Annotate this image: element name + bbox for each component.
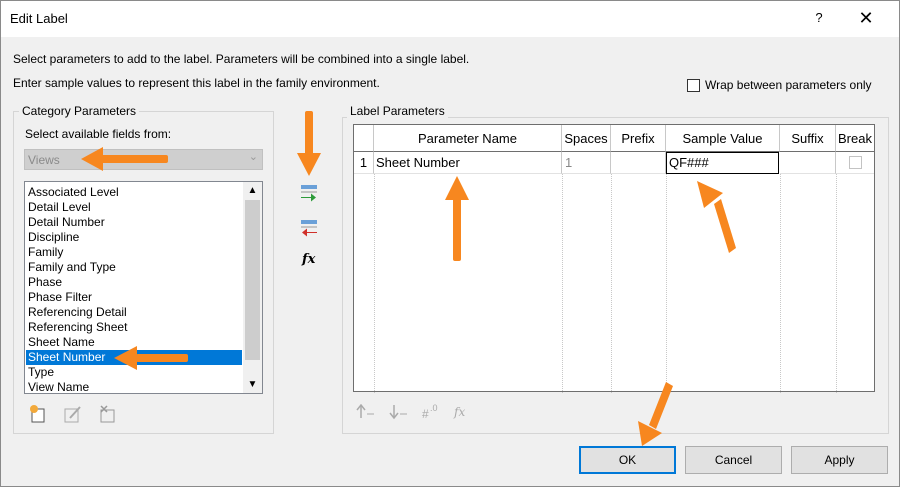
row-header-corner bbox=[354, 125, 374, 152]
list-item[interactable]: Discipline bbox=[26, 230, 242, 245]
column-divider bbox=[836, 174, 837, 393]
list-item[interactable]: Detail Level bbox=[26, 200, 242, 215]
wrap-between-parameters-label: Wrap between parameters only bbox=[705, 78, 872, 92]
list-item[interactable]: Sheet Name bbox=[26, 335, 242, 350]
select-fields-label: Select available fields from: bbox=[25, 127, 172, 141]
list-item[interactable]: Referencing Detail bbox=[26, 305, 242, 320]
help-button[interactable]: ? bbox=[804, 3, 834, 33]
wrap-between-parameters-checkbox[interactable] bbox=[687, 78, 700, 92]
fx-formula-icon: fx bbox=[454, 405, 466, 419]
column-header-prefix[interactable]: Prefix bbox=[611, 125, 666, 152]
column-header-break[interactable]: Break bbox=[836, 125, 874, 152]
list-item[interactable]: View Name bbox=[26, 380, 242, 393]
spaces-cell[interactable]: 1 bbox=[562, 152, 611, 174]
instruction-line-1: Select parameters to add to the label. P… bbox=[13, 52, 470, 66]
scrollbar-thumb[interactable] bbox=[245, 200, 260, 360]
edit-parameter-icon bbox=[64, 406, 81, 423]
delete-parameter-icon bbox=[100, 405, 115, 423]
list-scrollbar[interactable]: ▲ ▼ bbox=[243, 182, 262, 393]
column-header-parameter-name[interactable]: Parameter Name bbox=[374, 125, 562, 152]
cancel-button[interactable]: Cancel bbox=[685, 446, 782, 474]
apply-button[interactable]: Apply bbox=[791, 446, 888, 474]
list-item[interactable]: Type bbox=[26, 365, 242, 380]
label-parameters-label: Label Parameters bbox=[347, 104, 448, 118]
list-item[interactable]: Phase Filter bbox=[26, 290, 242, 305]
list-item[interactable]: Associated Level bbox=[26, 185, 242, 200]
ok-button[interactable]: OK bbox=[579, 446, 676, 474]
prefix-cell[interactable] bbox=[611, 152, 666, 174]
move-up-icon bbox=[356, 404, 374, 418]
instruction-line-2: Enter sample values to represent this la… bbox=[13, 76, 380, 90]
remove-parameter-icon[interactable] bbox=[298, 218, 320, 238]
column-divider bbox=[562, 174, 563, 393]
label-parameters-grid[interactable]: Parameter Name Spaces Prefix Sample Valu… bbox=[353, 124, 875, 393]
list-item[interactable]: Referencing Sheet bbox=[26, 320, 242, 335]
column-header-sample-value[interactable]: Sample Value bbox=[666, 125, 780, 152]
category-combo[interactable]: Views ⌄ bbox=[24, 149, 263, 170]
list-item[interactable]: Family and Type bbox=[26, 260, 242, 275]
break-checkbox[interactable] bbox=[849, 156, 862, 169]
svg-text:.0: .0 bbox=[430, 403, 438, 413]
svg-text:#: # bbox=[422, 407, 429, 420]
fx-icon[interactable]: fx bbox=[302, 252, 315, 267]
list-item-selected[interactable]: Sheet Number bbox=[26, 350, 242, 365]
list-item[interactable]: Phase bbox=[26, 275, 242, 290]
suffix-cell[interactable] bbox=[780, 152, 836, 174]
available-fields-list[interactable]: Associated Level Detail Level Detail Num… bbox=[24, 181, 263, 394]
title-bar: Edit Label ? ✕ bbox=[1, 1, 899, 37]
column-divider bbox=[780, 174, 781, 393]
parameter-name-cell[interactable]: Sheet Number bbox=[374, 152, 562, 174]
wrap-between-parameters-option[interactable]: Wrap between parameters only bbox=[687, 77, 872, 93]
list-item[interactable]: Family bbox=[26, 245, 242, 260]
column-header-spaces[interactable]: Spaces bbox=[562, 125, 611, 152]
column-divider bbox=[611, 174, 612, 393]
edit-number-format-icon: # .0 bbox=[422, 403, 438, 420]
annotation-arrow-down bbox=[297, 111, 321, 176]
sample-value-input[interactable]: QF### bbox=[666, 152, 779, 174]
dialog-title: Edit Label bbox=[10, 11, 68, 26]
move-down-icon bbox=[389, 405, 407, 420]
chevron-down-icon: ⌄ bbox=[248, 151, 258, 163]
category-parameters-label: Category Parameters bbox=[19, 104, 140, 118]
column-divider bbox=[666, 174, 667, 393]
row-number: 1 bbox=[354, 152, 374, 174]
add-parameter-icon[interactable] bbox=[298, 183, 320, 203]
list-item[interactable]: Detail Number bbox=[26, 215, 242, 230]
close-button[interactable]: ✕ bbox=[851, 3, 881, 33]
column-header-suffix[interactable]: Suffix bbox=[780, 125, 836, 152]
edit-label-dialog: Edit Label ? ✕ Select parameters to add … bbox=[0, 0, 900, 487]
column-divider bbox=[374, 174, 375, 393]
new-parameter-icon[interactable] bbox=[28, 404, 48, 424]
category-combo-value: Views bbox=[28, 153, 60, 167]
scroll-up-arrow-icon[interactable]: ▲ bbox=[243, 182, 262, 199]
scroll-down-arrow-icon[interactable]: ▼ bbox=[243, 376, 262, 393]
